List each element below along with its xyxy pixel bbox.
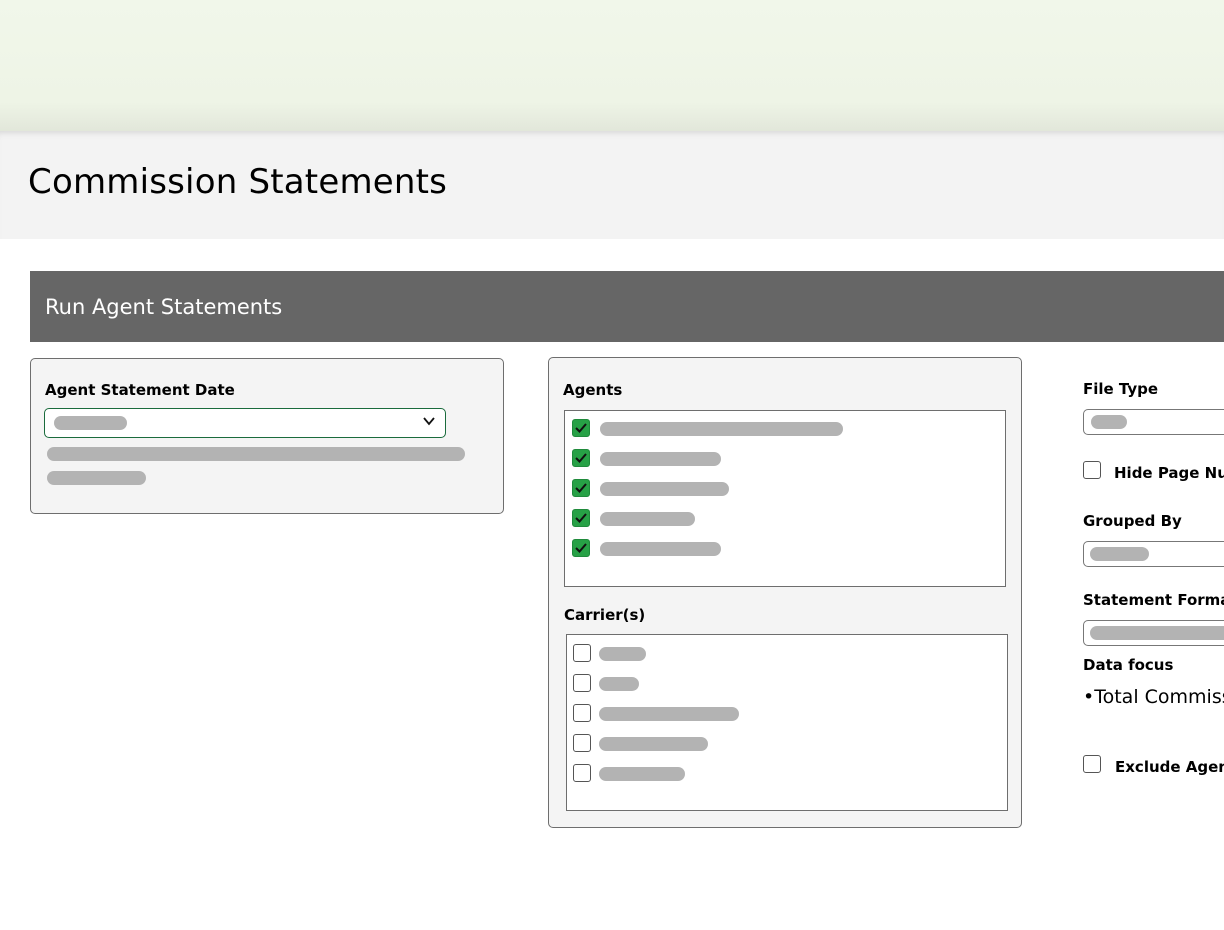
hide-page-numbers-label: Hide Page Nu <box>1114 464 1224 482</box>
agent-name <box>600 452 721 466</box>
list-item[interactable] <box>565 539 1005 559</box>
carrier-checkbox[interactable] <box>573 704 591 722</box>
carrier-name <box>599 707 739 721</box>
agents-label: Agents <box>563 381 623 399</box>
top-banner <box>0 0 1224 131</box>
statement-format-select[interactable] <box>1083 620 1224 646</box>
carrier-checkbox[interactable] <box>573 674 591 692</box>
list-item[interactable] <box>565 449 1005 469</box>
file-type-label: File Type <box>1083 380 1159 398</box>
check-icon <box>575 483 587 493</box>
bullet-icon: • <box>1083 686 1095 708</box>
agent-checkbox[interactable] <box>572 539 590 557</box>
statement-date-label: Agent Statement Date <box>45 381 235 399</box>
page-title: Commission Statements <box>28 162 448 202</box>
grouped-by-value <box>1090 547 1149 561</box>
list-item[interactable] <box>567 644 1007 664</box>
check-icon <box>575 543 587 553</box>
grouped-by-select[interactable] <box>1083 541 1224 567</box>
agents-carriers-panel: Agents Carrier(s) <box>548 357 1022 828</box>
statement-format-value <box>1090 626 1224 640</box>
agent-checkbox[interactable] <box>572 479 590 497</box>
agent-name <box>600 512 695 526</box>
carrier-name <box>599 767 685 781</box>
agent-checkbox[interactable] <box>572 419 590 437</box>
carrier-name <box>599 737 708 751</box>
statement-date-panel: Agent Statement Date <box>30 358 504 514</box>
agent-name <box>600 422 843 436</box>
exclude-label: Exclude Agen <box>1115 758 1224 776</box>
agent-checkbox[interactable] <box>572 449 590 467</box>
list-item[interactable] <box>567 674 1007 694</box>
carriers-list[interactable] <box>566 634 1008 811</box>
section-header: Run Agent Statements <box>30 271 1224 342</box>
chevron-down-icon <box>423 417 435 426</box>
data-focus-label: Data focus <box>1083 656 1174 674</box>
statement-date-select[interactable] <box>44 408 446 438</box>
carrier-checkbox[interactable] <box>573 734 591 752</box>
file-type-select[interactable] <box>1083 409 1224 435</box>
agents-list[interactable] <box>564 410 1006 587</box>
carrier-checkbox[interactable] <box>573 644 591 662</box>
statement-format-label: Statement Format <box>1083 591 1224 609</box>
statement-date-value <box>54 416 127 430</box>
agent-name <box>600 542 721 556</box>
data-focus-item: •Total Commiss <box>1083 686 1224 708</box>
carrier-checkbox[interactable] <box>573 764 591 782</box>
file-type-value <box>1091 415 1127 429</box>
check-icon <box>575 513 587 523</box>
check-icon <box>575 453 587 463</box>
list-item[interactable] <box>567 764 1007 784</box>
exclude-checkbox[interactable] <box>1083 755 1101 773</box>
statement-date-help-line-1 <box>47 447 465 461</box>
statement-date-help-line-2 <box>47 471 146 485</box>
agent-checkbox[interactable] <box>572 509 590 527</box>
carriers-label: Carrier(s) <box>564 606 646 624</box>
grouped-by-label: Grouped By <box>1083 512 1182 530</box>
data-focus-item-text: Total Commiss <box>1094 686 1224 708</box>
carrier-name <box>599 647 646 661</box>
agent-name <box>600 482 729 496</box>
check-icon <box>575 423 587 433</box>
section-title: Run Agent Statements <box>45 295 283 319</box>
hide-page-numbers-checkbox[interactable] <box>1083 461 1101 479</box>
list-item[interactable] <box>565 419 1005 439</box>
list-item[interactable] <box>567 704 1007 724</box>
list-item[interactable] <box>567 734 1007 754</box>
carrier-name <box>599 677 639 691</box>
list-item[interactable] <box>565 479 1005 499</box>
list-item[interactable] <box>565 509 1005 529</box>
